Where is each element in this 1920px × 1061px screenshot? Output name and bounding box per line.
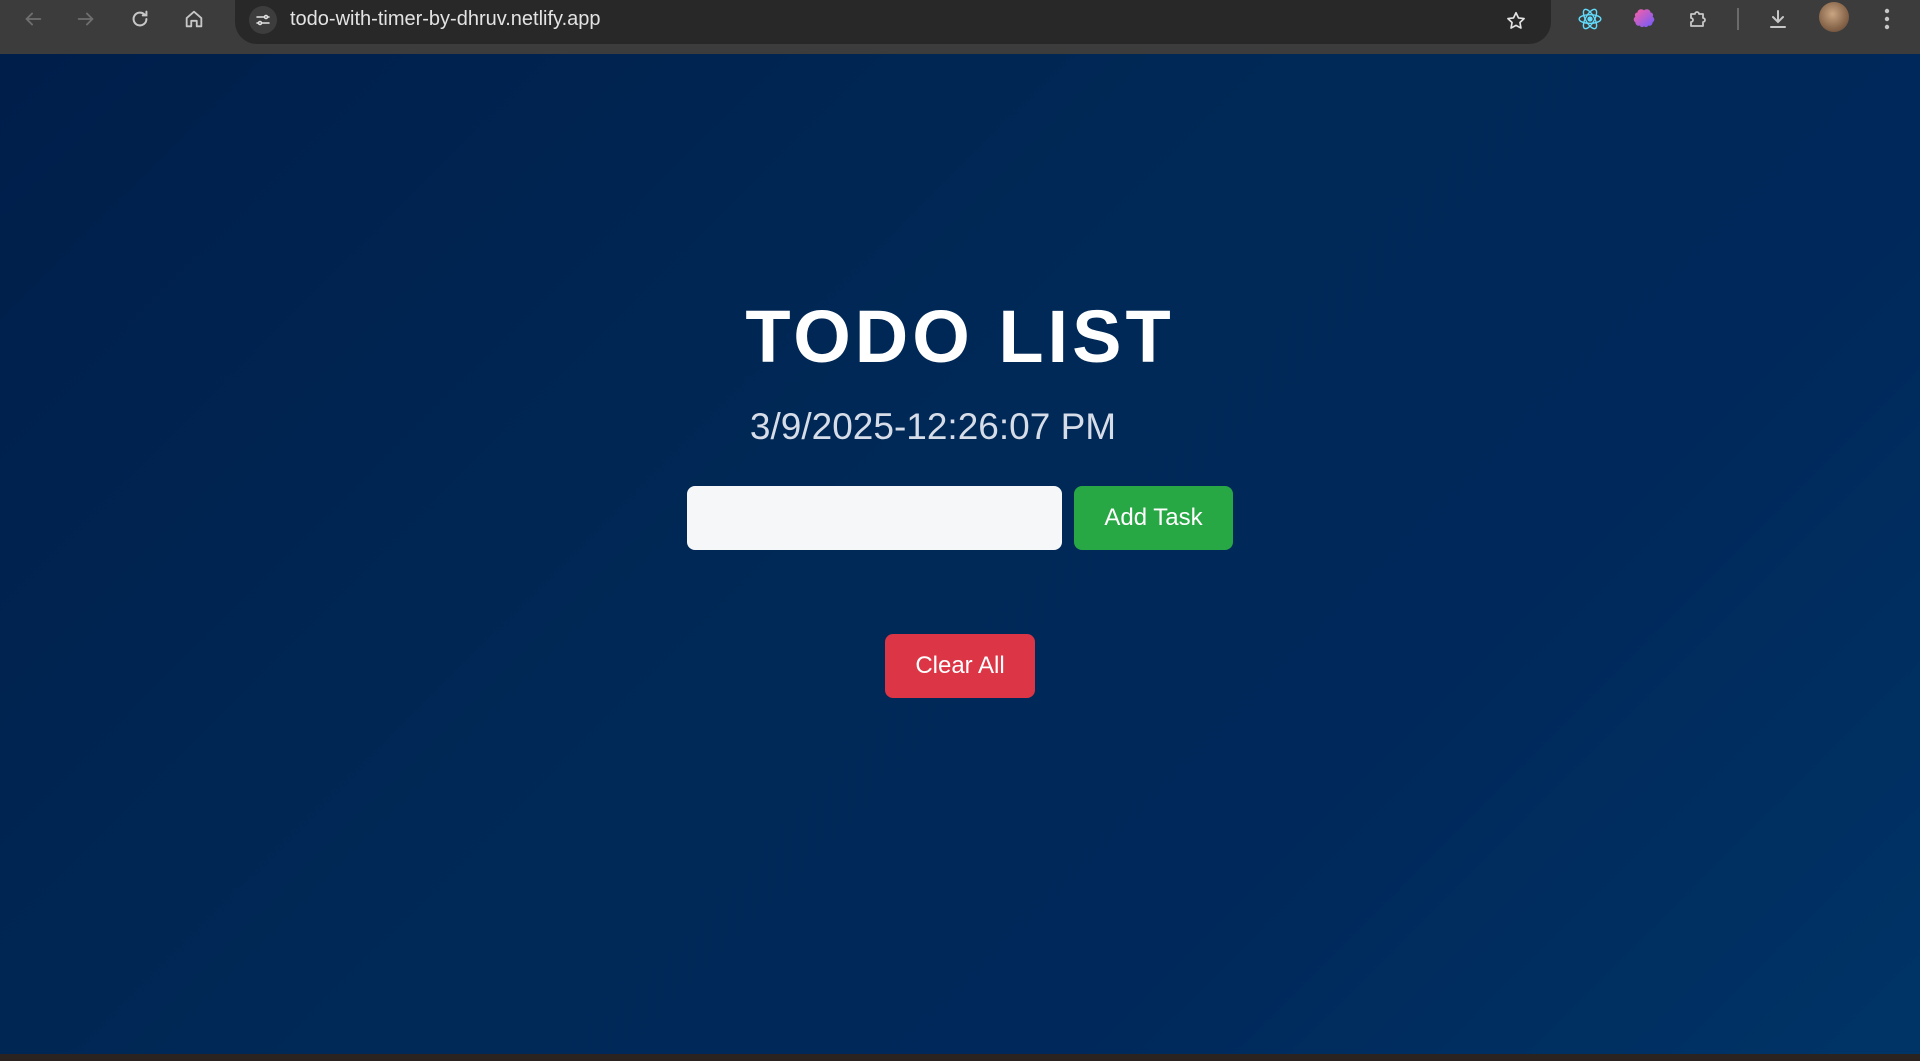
- address-bar[interactable]: todo-with-timer-by-dhruv.netlify.app: [235, 0, 1551, 44]
- download-icon[interactable]: [1761, 2, 1795, 36]
- reload-icon[interactable]: [120, 0, 160, 38]
- taskbar-edge: [0, 1054, 1920, 1061]
- url-text[interactable]: todo-with-timer-by-dhruv.netlify.app: [290, 8, 601, 31]
- forward-arrow-icon[interactable]: [66, 0, 106, 38]
- browser-toolbar: todo-with-timer-by-dhruv.netlify.app: [0, 0, 1920, 54]
- task-input[interactable]: [687, 486, 1062, 550]
- brain-extension-icon[interactable]: [1627, 2, 1661, 36]
- tune-icon[interactable]: [249, 6, 277, 34]
- react-devtools-icon[interactable]: [1573, 2, 1607, 36]
- app-page: [0, 54, 1920, 1054]
- clear-all-button[interactable]: Clear All: [885, 634, 1035, 698]
- toolbar-divider: [1737, 8, 1739, 30]
- avatar[interactable]: [1819, 2, 1849, 32]
- kebab-menu-icon[interactable]: [1870, 2, 1904, 36]
- puzzle-icon[interactable]: [1681, 2, 1715, 36]
- page-title: TODO LIST: [745, 295, 1175, 378]
- add-task-button[interactable]: Add Task: [1074, 486, 1233, 550]
- star-icon[interactable]: [1501, 6, 1531, 36]
- home-icon[interactable]: [174, 0, 214, 38]
- back-arrow-icon[interactable]: [13, 0, 53, 38]
- current-datetime: 3/9/2025-12:26:07 PM: [749, 406, 1117, 447]
